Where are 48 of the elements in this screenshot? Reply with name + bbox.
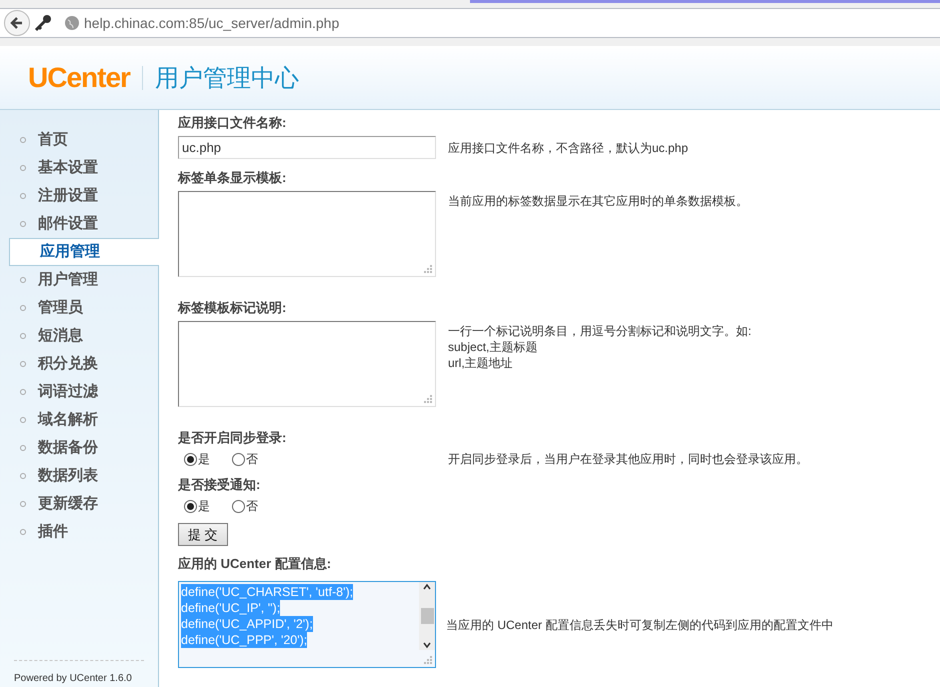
scroll-thumb[interactable] [420,608,434,624]
help-text: 一行一个标记说明条目，用逗号分割标记和说明文字。如: [448,323,752,339]
submit-button[interactable]: 提 交 [178,523,228,546]
sidebar-item[interactable]: 插件 [0,518,158,546]
sidebar-item[interactable]: 积分兑换 [0,350,158,378]
radio-option[interactable]: 是 [184,450,210,468]
radio-option[interactable]: 是 [184,497,210,515]
sidebar-item[interactable]: 数据列表 [0,462,158,490]
sidebar-item[interactable]: 词语过滤 [0,378,158,406]
text-field[interactable]: uc.php [178,136,436,159]
sidebar-item[interactable]: 首页 [0,126,158,154]
sidebar-item[interactable]: 用户管理 [0,266,158,294]
sidebar-item[interactable]: 域名解析 [0,406,158,434]
resize-grip-icon [424,656,433,665]
sidebar-item[interactable]: 短消息 [0,322,158,350]
key-icon[interactable] [34,14,52,32]
back-button[interactable] [4,10,30,36]
field-label: 是否接受通知: [178,476,262,494]
radio-option[interactable]: 否 [232,497,258,515]
footer-text: Powered by UCenter 1.6.0 [14,673,132,684]
resize-grip-icon [424,395,433,404]
url-text[interactable]: help.chinac.com:85/uc_server/admin.php [84,12,340,34]
sidebar-item[interactable]: 应用管理 [9,238,159,266]
help-text: subject,主题标题 [448,339,538,355]
scroll-up-icon[interactable] [422,582,432,592]
resize-grip-icon [424,265,433,274]
page-title: 用户管理中心 [154,62,299,94]
help-text: 当前应用的标签数据显示在其它应用时的单条数据模板。 [448,193,748,209]
field-label: 应用接口文件名称: [178,114,288,132]
sidebar-item[interactable]: 注册设置 [0,182,158,210]
globe-icon [64,15,80,31]
radio-option[interactable]: 否 [232,450,258,468]
sidebar-item[interactable]: 管理员 [0,294,158,322]
sidebar-item[interactable]: 邮件设置 [0,210,158,238]
help-text: 开启同步登录后，当用户在登录其他应用时，同时也会登录该应用。 [448,451,808,467]
scroll-down-icon[interactable] [422,640,432,650]
field-label: 标签单条显示模板: [178,169,288,187]
field-label: 应用的 UCenter 配置信息: [178,555,332,573]
help-text: 应用接口文件名称，不含路径，默认为uc.php [448,140,688,156]
back-arrow-icon [10,16,24,30]
sidebar-item[interactable]: 基本设置 [0,154,158,182]
field-label: 标签模板标记说明: [178,299,288,317]
help-text: url,主题地址 [448,355,514,371]
sidebar-item[interactable]: 数据备份 [0,434,158,462]
field-label: 是否开启同步登录: [178,429,288,447]
help-text: 当应用的 UCenter 配置信息丢失时可复制左侧的代码到应用的配置文件中 [446,616,834,632]
sidebar-item[interactable]: 更新缓存 [0,490,158,518]
scrollbar[interactable] [419,582,435,650]
